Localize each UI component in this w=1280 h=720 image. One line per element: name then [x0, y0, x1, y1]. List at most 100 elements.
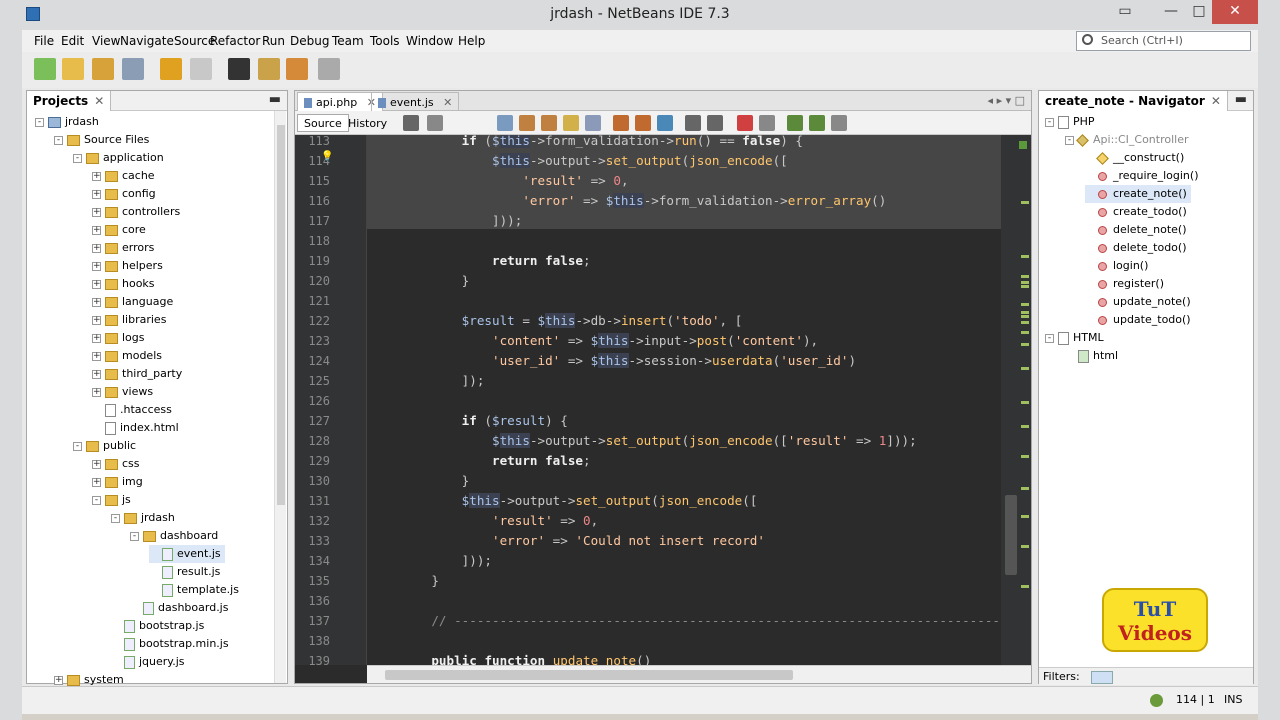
- tree-item[interactable]: - js: [92, 491, 135, 509]
- error-stripe-mark[interactable]: [1021, 201, 1029, 204]
- filter-toggle-icon[interactable]: [1091, 670, 1114, 684]
- collapse-icon[interactable]: -: [92, 495, 101, 505]
- tree-item[interactable]: .htaccess: [92, 401, 176, 419]
- horizontal-scroll-thumb[interactable]: [385, 670, 793, 680]
- tree-item[interactable]: bootstrap.min.js: [111, 635, 233, 653]
- expand-icon[interactable]: +: [92, 477, 101, 487]
- menu-help[interactable]: Help: [458, 34, 485, 48]
- menu-tools[interactable]: Tools: [370, 34, 400, 48]
- tree-item[interactable]: + core: [92, 221, 150, 239]
- menu-file[interactable]: File: [34, 34, 54, 48]
- new-project-icon[interactable]: [62, 58, 84, 80]
- back-icon[interactable]: [427, 115, 443, 131]
- error-stripe-mark[interactable]: [1021, 487, 1029, 490]
- tree-item[interactable]: + config: [92, 185, 160, 203]
- close-icon[interactable]: ✕: [1211, 94, 1221, 108]
- tree-item[interactable]: - jrdash: [35, 113, 103, 131]
- expand-icon[interactable]: +: [92, 225, 101, 235]
- error-stripe-mark[interactable]: [1021, 401, 1029, 404]
- tree-item[interactable]: bootstrap.js: [111, 617, 208, 635]
- navigator-item[interactable]: update_note(): [1085, 293, 1195, 311]
- expand-icon[interactable]: +: [92, 207, 101, 217]
- tree-item[interactable]: + css: [92, 455, 144, 473]
- menu-window[interactable]: Window: [406, 34, 453, 48]
- collapse-icon[interactable]: -: [130, 531, 139, 541]
- menu-run[interactable]: Run: [262, 34, 285, 48]
- projects-scrollbar[interactable]: [274, 111, 286, 683]
- navigator-item[interactable]: delete_todo(): [1085, 239, 1191, 257]
- run-settings-icon[interactable]: [318, 58, 340, 80]
- error-stripe-mark[interactable]: [1021, 255, 1029, 258]
- navigator-item[interactable]: html: [1065, 347, 1122, 365]
- diff-icon[interactable]: [831, 115, 847, 131]
- expand-icon[interactable]: +: [92, 333, 101, 343]
- navigator-item[interactable]: register(): [1085, 275, 1168, 293]
- tree-item[interactable]: + models: [92, 347, 166, 365]
- tree-item[interactable]: + hooks: [92, 275, 159, 293]
- prev-bookmark-icon[interactable]: [613, 115, 629, 131]
- clean-build-icon[interactable]: [286, 58, 308, 80]
- tree-item[interactable]: - Source Files: [54, 131, 153, 149]
- vertical-scroll-thumb[interactable]: [1005, 495, 1017, 575]
- tree-item[interactable]: + cache: [92, 167, 159, 185]
- expand-icon[interactable]: +: [92, 189, 101, 199]
- tab-scroll-icon[interactable]: ◂ ▸ ▾ □: [988, 94, 1025, 107]
- tree-item[interactable]: + errors: [92, 239, 158, 257]
- restore-icon[interactable]: ▭: [1106, 0, 1144, 24]
- menu-edit[interactable]: Edit: [61, 34, 84, 48]
- expand-icon[interactable]: +: [92, 297, 101, 307]
- tree-item[interactable]: result.js: [149, 563, 224, 581]
- error-stripe-mark[interactable]: [1021, 367, 1029, 370]
- collapse-icon[interactable]: -: [1045, 333, 1054, 343]
- tree-item[interactable]: + helpers: [92, 257, 167, 275]
- shift-left-icon[interactable]: [685, 115, 701, 131]
- comment-icon[interactable]: [787, 115, 803, 131]
- expand-icon[interactable]: +: [92, 459, 101, 469]
- error-stripe-mark[interactable]: [1021, 343, 1029, 346]
- close-window-button[interactable]: ✕: [1212, 0, 1258, 24]
- close-icon[interactable]: ✕: [440, 96, 452, 109]
- next-bookmark-icon[interactable]: [635, 115, 651, 131]
- error-stripe-mark[interactable]: [1021, 315, 1029, 318]
- rect-select-icon[interactable]: [585, 115, 601, 131]
- tree-item[interactable]: + third_party: [92, 365, 186, 383]
- expand-icon[interactable]: +: [92, 387, 101, 397]
- redo-icon[interactable]: [190, 58, 212, 80]
- collapse-icon[interactable]: -: [54, 135, 63, 145]
- navigator-item[interactable]: update_todo(): [1085, 311, 1195, 329]
- navigator-item[interactable]: delete_note(): [1085, 221, 1191, 239]
- expand-icon[interactable]: +: [54, 675, 63, 685]
- navigator-item[interactable]: _require_login(): [1085, 167, 1203, 185]
- collapse-icon[interactable]: -: [35, 117, 44, 127]
- build-icon[interactable]: [258, 58, 280, 80]
- menu-navigate[interactable]: Navigate: [120, 34, 174, 48]
- search-input[interactable]: Search (Ctrl+I): [1076, 31, 1251, 51]
- expand-icon[interactable]: +: [92, 315, 101, 325]
- hint-bulb-icon[interactable]: 💡: [321, 151, 333, 162]
- tree-item[interactable]: template.js: [149, 581, 243, 599]
- menu-refactor[interactable]: Refactor: [210, 34, 260, 48]
- find-next-icon[interactable]: [541, 115, 557, 131]
- start-macro-icon[interactable]: [737, 115, 753, 131]
- tree-item[interactable]: dashboard.js: [130, 599, 232, 617]
- navigator-tab[interactable]: create_note - Navigator ✕: [1039, 91, 1228, 111]
- uncomment-icon[interactable]: [809, 115, 825, 131]
- navigator-item[interactable]: - HTML: [1045, 329, 1108, 347]
- error-stripe-mark[interactable]: [1021, 285, 1029, 288]
- tree-item[interactable]: + language: [92, 293, 177, 311]
- error-stripe-mark[interactable]: [1021, 321, 1029, 324]
- tree-item[interactable]: + img: [92, 473, 147, 491]
- error-stripe-mark[interactable]: [1021, 311, 1029, 314]
- collapse-icon[interactable]: -: [73, 153, 82, 163]
- tree-item[interactable]: - jrdash: [111, 509, 179, 527]
- code-area[interactable]: if ($this->form_validation->run() == fal…: [367, 135, 1001, 665]
- last-edit-icon[interactable]: [403, 115, 419, 131]
- expand-icon[interactable]: +: [92, 171, 101, 181]
- projects-scroll-thumb[interactable]: [277, 125, 285, 505]
- notifications-icon[interactable]: [1150, 694, 1163, 707]
- tree-item[interactable]: - public: [73, 437, 140, 455]
- expand-icon[interactable]: +: [92, 261, 101, 271]
- horizontal-scrollbar[interactable]: [367, 665, 1031, 683]
- error-stripe-mark[interactable]: [1021, 331, 1029, 334]
- error-stripe-mark[interactable]: [1021, 281, 1029, 284]
